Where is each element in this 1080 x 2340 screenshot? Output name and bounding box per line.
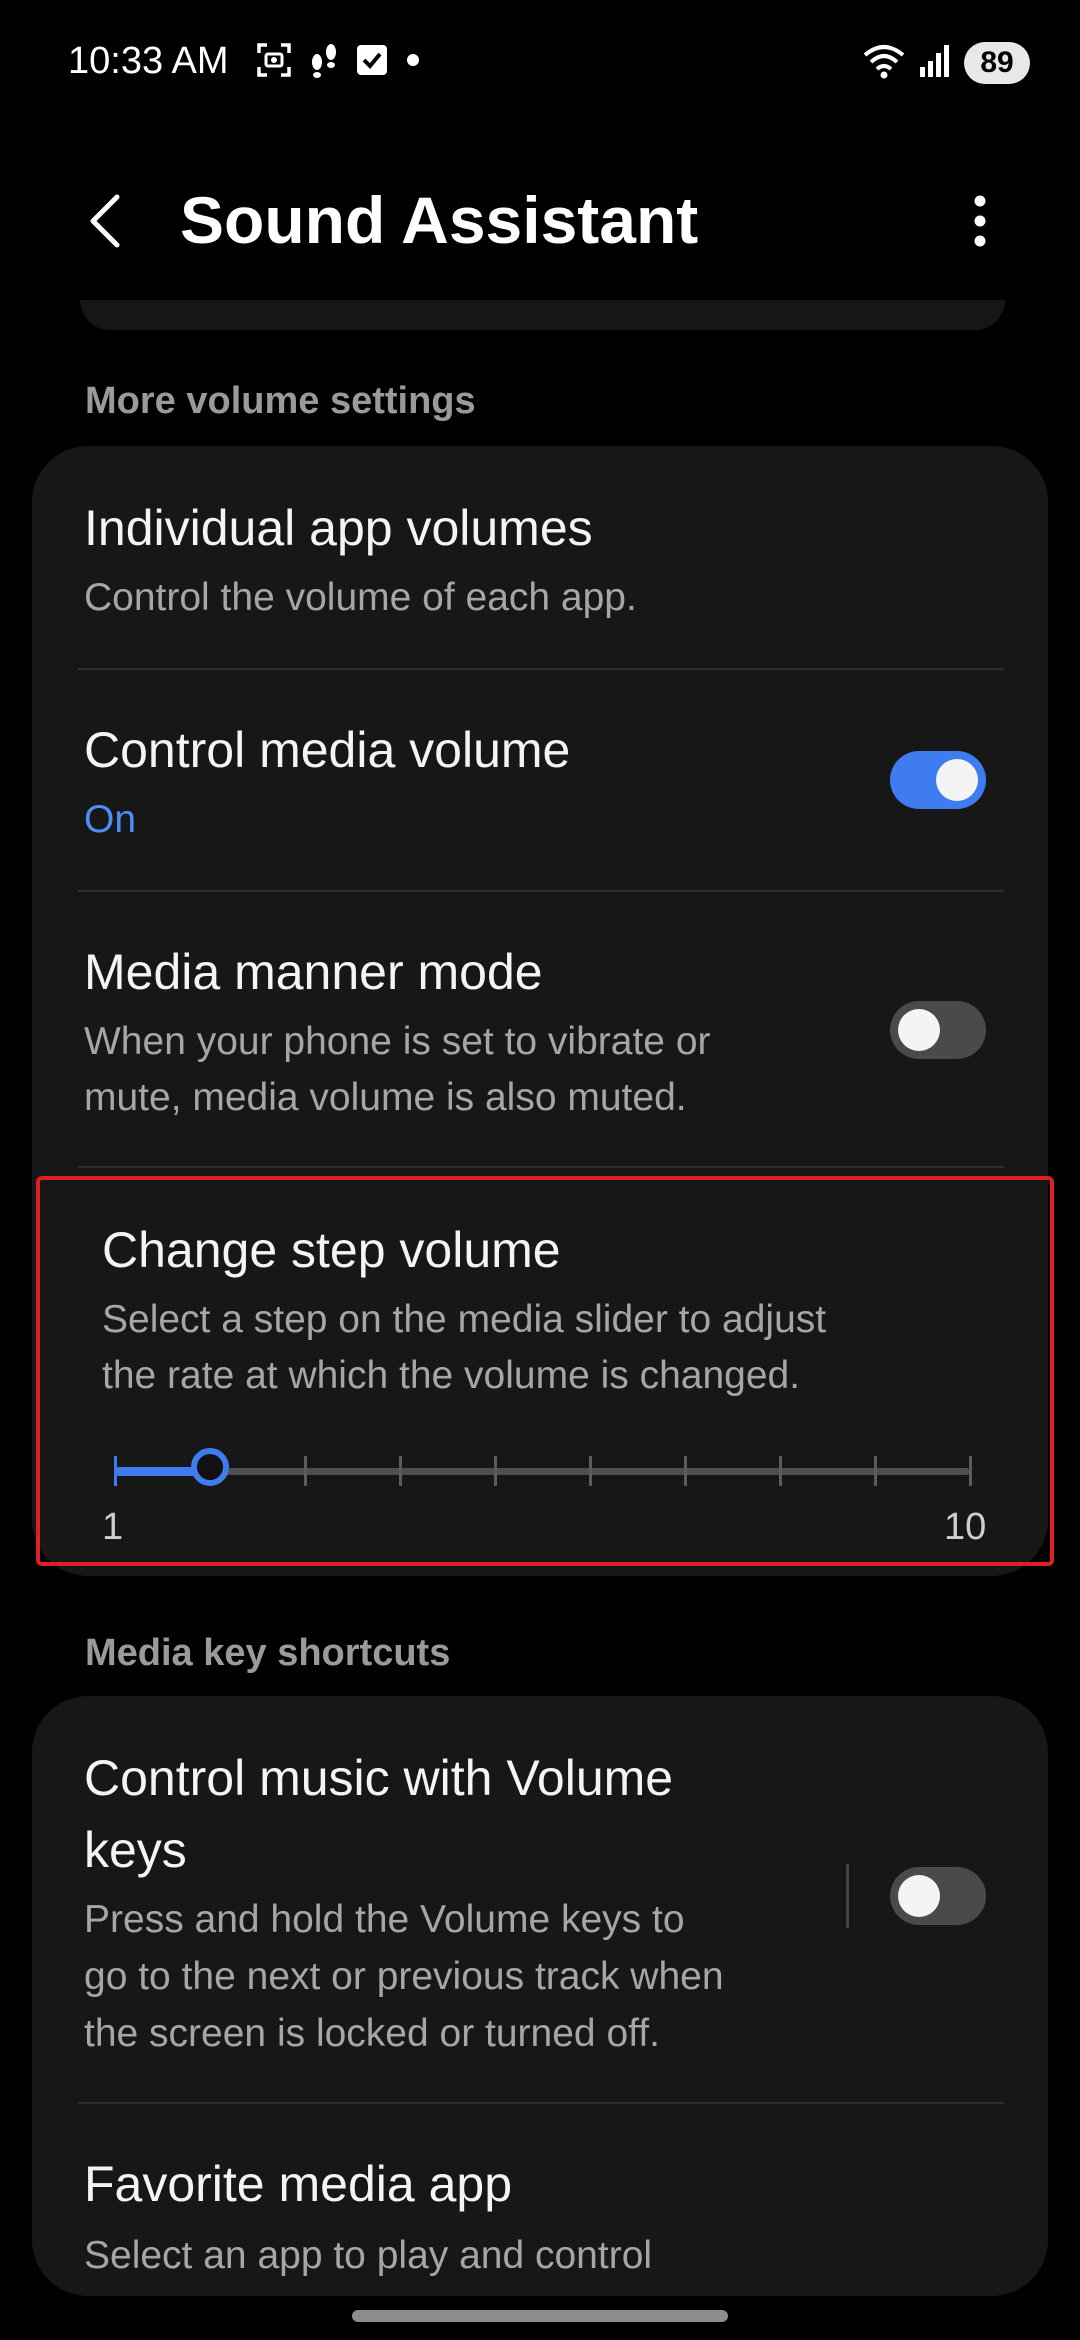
page-title: Sound Assistant	[180, 183, 699, 257]
individual-app-volumes-subtitle: Control the volume of each app.	[84, 576, 637, 619]
dot-icon	[403, 50, 423, 75]
slider-tick	[589, 1456, 592, 1486]
favorite-media-app-subtitle: Select an app to play and control	[84, 2234, 653, 2277]
toggle-knob	[898, 1875, 940, 1917]
back-button[interactable]	[70, 188, 140, 258]
notification-icons	[255, 40, 423, 84]
media-key-shortcuts-card: Control music with Volume keys Press and…	[32, 1696, 1048, 2296]
slider-tick	[969, 1456, 972, 1486]
slider-tick	[874, 1456, 877, 1486]
section-header-media-key-shortcuts: Media key shortcuts	[85, 1632, 451, 1674]
slider-tick	[494, 1456, 497, 1486]
control-music-title-2: keys	[84, 1822, 187, 1878]
previous-card-edge	[80, 300, 1005, 330]
slider-tick	[114, 1456, 117, 1486]
media-manner-mode-subtitle-2: mute, media volume is also muted.	[84, 1076, 687, 1119]
app-header: Sound Assistant	[0, 160, 1080, 280]
individual-app-volumes-item[interactable]: Individual app volumes Control the volum…	[32, 446, 1048, 668]
control-media-volume-item[interactable]: Control media volume On	[32, 670, 1048, 890]
system-icons: 89	[862, 38, 1030, 88]
control-media-volume-status: On	[84, 798, 137, 841]
status-time: 10:33 AM	[68, 40, 229, 82]
slider-max-label: 10	[944, 1506, 987, 1548]
control-music-volume-keys-item[interactable]: Control music with Volume keys Press and…	[32, 1696, 1048, 2102]
vertical-separator	[846, 1864, 849, 1928]
slider-tick	[684, 1456, 687, 1486]
slider-track[interactable]	[115, 1468, 970, 1475]
step-volume-slider[interactable]	[80, 1448, 980, 1490]
more-vertical-icon	[972, 195, 988, 252]
control-music-subtitle-3: the screen is locked or turned off.	[84, 2012, 660, 2055]
media-manner-mode-title: Media manner mode	[84, 944, 543, 1000]
more-volume-card: Individual app volumes Control the volum…	[32, 446, 1048, 1576]
slider-thumb[interactable]	[191, 1448, 229, 1486]
battery-indicator: 89	[964, 42, 1030, 84]
slider-tick	[399, 1456, 402, 1486]
control-media-volume-title: Control media volume	[84, 722, 571, 778]
change-step-volume-subtitle-1: Select a step on the media slider to adj…	[102, 1298, 827, 1341]
footsteps-icon	[307, 40, 341, 85]
media-manner-mode-toggle[interactable]	[890, 1001, 986, 1059]
favorite-media-app-title: Favorite media app	[84, 2156, 513, 2212]
change-step-volume-item: Change step volume Select a step on the …	[32, 1168, 1048, 1576]
control-music-title-1: Control music with Volume	[84, 1750, 674, 1806]
slider-min-label: 1	[102, 1506, 124, 1548]
change-step-volume-subtitle-2: the rate at which the volume is changed.	[102, 1354, 801, 1397]
change-step-volume-title: Change step volume	[102, 1222, 561, 1278]
control-music-volume-keys-toggle[interactable]	[890, 1867, 986, 1925]
screenshot-icon	[255, 41, 293, 84]
home-indicator[interactable]	[352, 2310, 728, 2322]
control-music-subtitle-2: go to the next or previous track when	[84, 1955, 724, 1998]
more-options-button[interactable]	[950, 188, 1010, 258]
media-manner-mode-item[interactable]: Media manner mode When your phone is set…	[32, 892, 1048, 1168]
slider-tick	[304, 1456, 307, 1486]
control-media-volume-toggle[interactable]	[890, 751, 986, 809]
media-manner-mode-subtitle-1: When your phone is set to vibrate or	[84, 1020, 711, 1063]
wifi-icon	[862, 41, 906, 86]
section-header-more-volume: More volume settings	[85, 380, 476, 422]
chevron-left-icon	[85, 191, 125, 256]
signal-icon	[918, 43, 952, 84]
favorite-media-app-item[interactable]: Favorite media app Select an app to play…	[32, 2104, 1048, 2296]
toggle-knob	[898, 1009, 940, 1051]
individual-app-volumes-title: Individual app volumes	[84, 500, 593, 556]
checkbox-icon	[355, 43, 389, 82]
status-bar: 10:33 AM 89	[0, 0, 1080, 130]
control-music-subtitle-1: Press and hold the Volume keys to	[84, 1898, 685, 1941]
slider-tick	[779, 1456, 782, 1486]
toggle-knob	[936, 759, 978, 801]
